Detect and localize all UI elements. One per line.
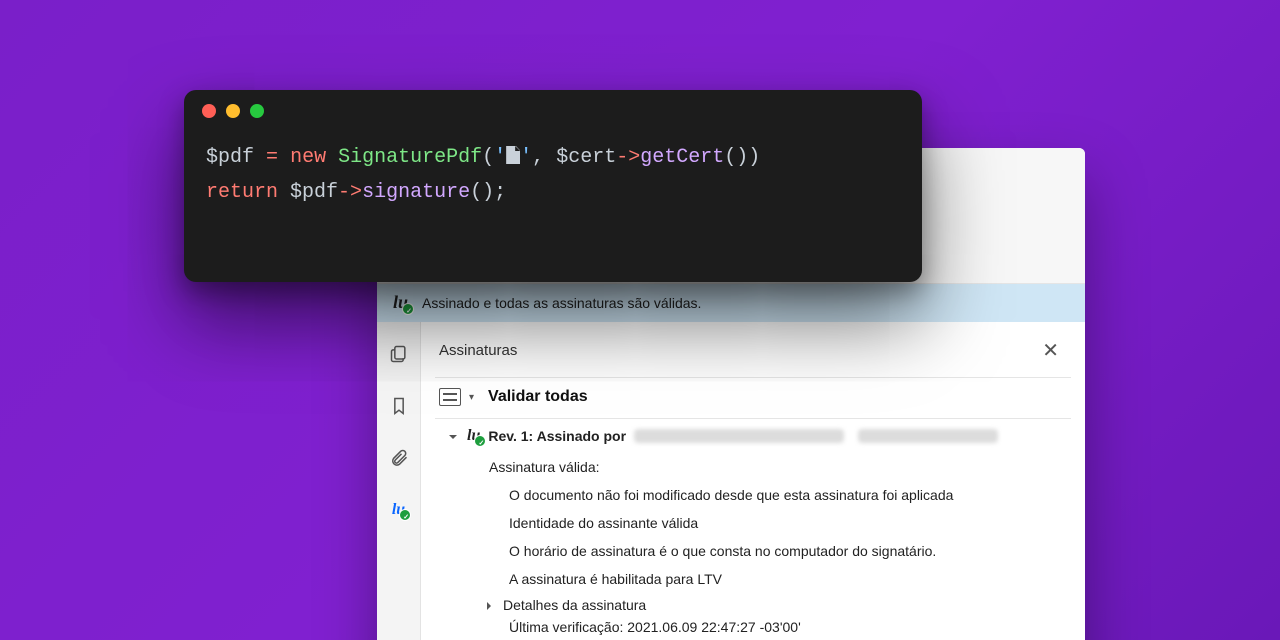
signature-details-label: Detalhes da assinatura — [503, 597, 646, 613]
signatures-tree: lu Rev. 1: Assinado por Assinatura válid… — [421, 419, 1085, 640]
code-arrow: -> — [338, 181, 362, 204]
validate-all-button[interactable]: Validar todas — [488, 388, 588, 406]
code-punct: ) — [748, 146, 760, 169]
code-punct: () — [470, 181, 494, 204]
code-arrow: -> — [616, 146, 640, 169]
chevron-down-icon[interactable]: ▾ — [469, 392, 474, 403]
code-punct: ; — [494, 181, 506, 204]
chevron-right-icon[interactable] — [483, 599, 495, 611]
signature-details: Assinatura válida: O documento não foi m… — [489, 455, 1075, 640]
code-operator: = — [266, 146, 278, 169]
signer-name-redacted — [634, 429, 844, 443]
attachment-icon[interactable] — [387, 446, 411, 470]
signature-status-text: Assinado e todas as assinaturas são váli… — [422, 295, 701, 311]
code-method: signature — [362, 181, 470, 204]
code-class: SignaturePdf — [338, 146, 482, 169]
chevron-down-icon[interactable] — [447, 430, 459, 442]
signatures-panel: Assinaturas ✕ ▾ Validar todas lu Rev. 1:… — [421, 322, 1085, 640]
code-punct: , — [532, 146, 556, 169]
page-icon — [506, 146, 520, 164]
traffic-light-minimize[interactable] — [226, 104, 240, 118]
pdf-body: lu Assinaturas ✕ ▾ Validar todas — [377, 322, 1085, 640]
sidebar-rail: lu — [377, 322, 421, 640]
code-string-quote: ' — [494, 146, 506, 169]
revision-row[interactable]: lu Rev. 1: Assinado por — [447, 421, 1075, 455]
detail-line: A assinatura é habilitada para LTV — [509, 565, 1075, 593]
detail-line: Identidade do assinante válida — [509, 509, 1075, 537]
code-string-quote: ' — [520, 146, 532, 169]
code-punct: ( — [482, 146, 494, 169]
code-window: $pdf = new SignaturePdf('', $cert->getCe… — [184, 90, 922, 282]
window-titlebar — [184, 90, 922, 132]
signature-valid-heading: Assinatura válida: — [489, 455, 1075, 481]
signatures-panel-header: Assinaturas ✕ — [421, 322, 1085, 377]
signatures-action-row: ▾ Validar todas — [421, 378, 1085, 418]
revision-label: Rev. 1: Assinado por — [488, 428, 626, 444]
code-body: $pdf = new SignaturePdf('', $cert->getCe… — [184, 132, 922, 282]
signature-valid-icon: lu — [393, 292, 408, 313]
code-variable: $pdf — [290, 181, 338, 204]
thumbnails-icon[interactable] — [387, 342, 411, 366]
signatures-panel-title: Assinaturas — [439, 342, 517, 359]
code-keyword: new — [290, 146, 326, 169]
code-method: getCert — [640, 146, 724, 169]
code-keyword: return — [206, 181, 278, 204]
detail-line: O documento não foi modificado desde que… — [509, 481, 1075, 509]
detail-line: O horário de assinatura é o que consta n… — [509, 537, 1075, 565]
signature-status-bar: lu Assinado e todas as assinaturas são v… — [377, 284, 1085, 322]
signatures-panel-icon[interactable]: lu — [387, 498, 411, 522]
signature-valid-icon: lu — [467, 427, 480, 445]
signer-email-redacted — [858, 429, 998, 443]
last-verification: Última verificação: 2021.06.09 22:47:27 … — [509, 613, 1075, 640]
bookmark-icon[interactable] — [387, 394, 411, 418]
traffic-light-close[interactable] — [202, 104, 216, 118]
code-punct: () — [724, 146, 748, 169]
traffic-light-zoom[interactable] — [250, 104, 264, 118]
list-options-icon[interactable] — [439, 388, 461, 406]
signature-valid-icon-small: lu — [392, 501, 405, 519]
close-icon[interactable]: ✕ — [1034, 334, 1067, 367]
signature-details-row[interactable]: Detalhes da assinatura — [483, 593, 1075, 613]
code-variable: $cert — [556, 146, 616, 169]
code-variable: $pdf — [206, 146, 254, 169]
